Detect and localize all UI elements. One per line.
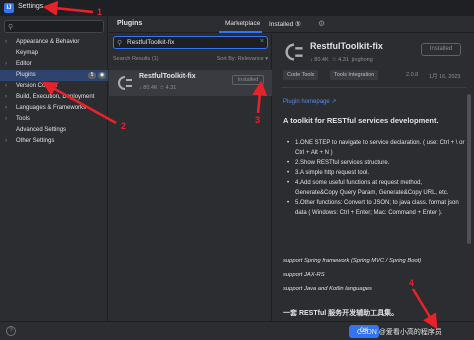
list-item: 3.A simple http request tool. — [283, 168, 466, 178]
plugin-date: 1月 16, 2023 — [429, 74, 461, 80]
sidebar-item-tools[interactable]: › Tools — [0, 114, 108, 125]
feature-list: 1.ONE STEP to navigate to service declar… — [283, 138, 466, 218]
sidebar-item-appearance[interactable]: › Appearance & Behavior — [0, 37, 108, 48]
chevron-right-icon: › — [5, 94, 7, 100]
chevron-right-icon: › — [5, 116, 7, 122]
plugin-search-input[interactable]: ⚲ RestfulToolkit-fix × — [113, 36, 268, 49]
intellij-icon: IJ — [4, 3, 14, 13]
sidebar-item-build[interactable]: › Build, Execution, Deployment — [0, 92, 108, 103]
results-row: Search Results (1) Sort By: Relevance ▾ — [113, 56, 268, 66]
sidebar-item-languages[interactable]: › Languages & Frameworks — [0, 103, 108, 114]
sidebar-item-label: Version Control — [16, 83, 58, 89]
installed-count-badge: ⑤ — [295, 21, 301, 28]
annotation-number-4: 4 — [409, 278, 415, 288]
sort-dropdown[interactable]: Sort By: Relevance ▾ — [217, 56, 268, 62]
detail-meta: ↓ 80.4K ☆ 4.31 jinghong — [310, 57, 373, 63]
sidebar-item-other[interactable]: › Other Settings — [0, 136, 108, 147]
chevron-right-icon: › — [5, 138, 7, 144]
search-icon: ⚲ — [117, 40, 123, 47]
update-count-badge: 5 — [88, 72, 96, 79]
plugin-meta: ↓ 80.4K ☆ 4.31 — [139, 85, 176, 91]
search-icon: ⚲ — [8, 24, 14, 31]
plugins-tab-bar: Plugins Marketplace Installed ⑤ ⚙ — [109, 16, 474, 33]
support-line: support Java and Kotlin languages — [283, 286, 372, 292]
installed-button[interactable]: Installed — [232, 75, 264, 85]
tab-marketplace[interactable]: Marketplace — [225, 20, 260, 27]
list-item: 2.Show RESTful services structure. — [283, 158, 466, 168]
author: jinghong — [351, 57, 373, 63]
plugin-icon — [285, 43, 303, 61]
download-count: ↓ 80.4K — [310, 57, 329, 63]
divider — [281, 87, 466, 88]
chevron-right-icon: › — [5, 105, 7, 111]
help-icon[interactable]: ? — [6, 326, 16, 336]
list-item: 1.ONE STEP to navigate to service declar… — [283, 138, 466, 158]
sidebar-item-label: Tools — [16, 116, 31, 122]
plugin-version: 2.0.8 — [406, 72, 419, 78]
tab-installed-label: Installed — [269, 21, 294, 28]
sidebar-item-keymap[interactable]: Keymap — [0, 48, 108, 59]
tag-tools-integration: Tools Integration — [330, 70, 379, 80]
sidebar-item-label: Build, Execution, Deployment — [16, 94, 95, 100]
chevron-right-icon: › — [5, 39, 7, 45]
title-bar: IJ Settings — [0, 0, 474, 16]
plugin-list: ⚲ RestfulToolkit-fix × Search Results (1… — [109, 34, 272, 321]
sidebar-item-plugins[interactable]: Plugins 5 ◉ — [0, 70, 108, 81]
csdn-watermark: CSDN @爱看小高的程序员 — [357, 329, 442, 336]
plugin-detail: RestfulToolkit-fix ↓ 80.4K ☆ 4.31 jingho… — [273, 34, 474, 321]
chevron-right-icon: › — [5, 61, 7, 67]
settings-search-input[interactable]: ⚲ — [4, 20, 104, 33]
clear-icon[interactable]: × — [260, 38, 264, 45]
chinese-heading: 一套 RESTful 服务开发辅助工具集。 — [283, 310, 399, 317]
tag-code-tools: Code Tools — [283, 70, 319, 80]
sidebar-item-label: Plugins — [16, 72, 36, 78]
tab-installed[interactable]: Installed ⑤ — [269, 20, 301, 28]
active-tab-indicator — [219, 31, 262, 33]
dialog-footer: ? OK CSDN @爱看小高的程序员 — [0, 321, 474, 340]
list-item: 5.Other functions: Convert to JSON; to j… — [283, 198, 466, 218]
plugin-icon — [118, 76, 132, 90]
sidebar-item-label: Editor — [16, 61, 32, 67]
sidebar-item-editor[interactable]: › Editor — [0, 59, 108, 70]
search-value: RestfulToolkit-fix — [127, 39, 175, 46]
sidebar-item-label: Keymap — [16, 50, 39, 56]
sidebar-item-label: Other Settings — [16, 138, 55, 144]
detail-installed-button[interactable]: Installed — [421, 43, 461, 56]
rating: ☆ 4.31 — [331, 57, 349, 63]
scrollbar[interactable] — [467, 94, 471, 244]
gear-icon[interactable]: ⚙ — [318, 19, 325, 28]
page-title: Plugins — [117, 20, 143, 27]
description-heading: A toolkit for RESTful services developme… — [283, 116, 439, 125]
annotation-number-2: 2 — [121, 121, 127, 131]
rating: ☆ 4.31 — [159, 85, 177, 91]
download-count: ↓ 80.4K — [139, 85, 158, 91]
sidebar-item-version-control[interactable]: › Version Control — [0, 81, 108, 92]
results-count: Search Results (1) — [113, 56, 159, 62]
list-item: 4.Add some useful functions at request m… — [283, 178, 466, 198]
support-line: support Spring framework (Spring MVC / S… — [283, 258, 422, 264]
annotation-number-3: 3 — [255, 115, 261, 125]
sidebar-item-label: Advanced Settings — [16, 127, 67, 133]
sidebar-item-advanced[interactable]: Advanced Settings — [0, 125, 108, 136]
plugin-name: RestfulToolkit-fix — [139, 73, 196, 80]
list-item[interactable]: RestfulToolkit-fix ↓ 80.4K ☆ 4.31 Instal… — [109, 70, 272, 96]
chevron-right-icon: › — [5, 83, 7, 89]
plugins-panel: Plugins Marketplace Installed ⑤ ⚙ ⚲ Rest… — [109, 16, 474, 321]
plugin-homepage-link[interactable]: Plugin homepage ↗ — [283, 98, 336, 105]
sidebar-item-label: Appearance & Behavior — [16, 39, 80, 45]
settings-sidebar: ⚲ › Appearance & Behavior Keymap › Edito… — [0, 16, 108, 321]
window-title: Settings — [18, 3, 44, 10]
support-line: support JAX-RS — [283, 272, 325, 278]
detail-plugin-name: RestfulToolkit-fix — [310, 41, 383, 51]
sidebar-item-label: Languages & Frameworks — [16, 105, 87, 111]
project-scope-icon: ◉ — [98, 72, 106, 79]
annotation-number-1: 1 — [97, 7, 103, 17]
